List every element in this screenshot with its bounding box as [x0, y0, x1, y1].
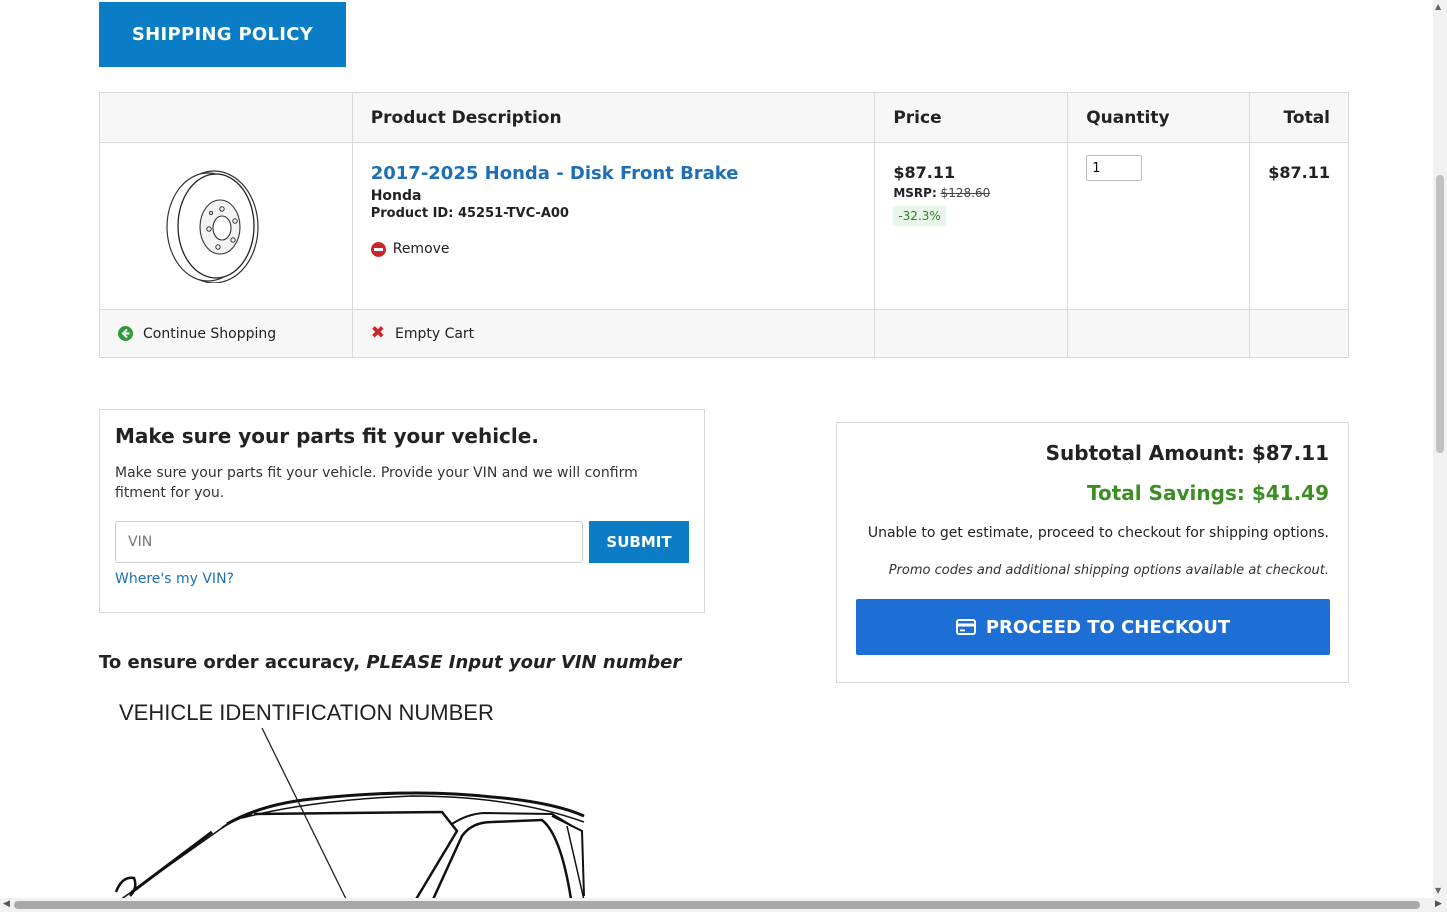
- remove-icon: [370, 241, 386, 257]
- product-quantity-cell: [1067, 142, 1251, 310]
- page: SHIPPING POLICY Product Description Pric…: [0, 0, 1433, 898]
- product-image-cell: [99, 142, 353, 310]
- empty-cart-cell: ✖ Empty Cart: [351, 309, 876, 358]
- msrp-label: MSRP:: [893, 186, 937, 200]
- accuracy-prefix: To ensure order accuracy,: [99, 652, 361, 673]
- product-price-cell: $87.11 MSRP: $128.60 -32.3%: [874, 142, 1069, 310]
- product-total-cell: $87.11: [1249, 142, 1349, 310]
- cart-table: Product Description Price Quantity Total: [99, 92, 1349, 358]
- product-price: $87.11: [893, 163, 956, 182]
- cart-header-row: Product Description Price Quantity Total: [99, 92, 1349, 143]
- scroll-left-arrow-icon[interactable]: ◀: [3, 899, 10, 909]
- scroll-down-arrow-icon[interactable]: ▼: [1435, 886, 1441, 895]
- vertical-scrollbar[interactable]: ▲ ▼: [1433, 0, 1447, 898]
- continue-cell: Continue Shopping: [99, 309, 353, 358]
- header-quantity: Quantity: [1067, 92, 1251, 143]
- remove-item-button[interactable]: Remove: [370, 241, 857, 257]
- arrow-left-circle-icon: [118, 326, 133, 341]
- horizontal-scrollbar[interactable]: ◀ ▶: [0, 898, 1447, 912]
- header-description: Product Description: [351, 92, 876, 143]
- credit-card-icon: [955, 619, 976, 635]
- order-summary: Subtotal Amount: $87.11 Total Savings: $…: [836, 422, 1349, 683]
- where-is-my-vin-link[interactable]: Where's my VIN?: [115, 571, 689, 587]
- vin-accuracy-note: To ensure order accuracy, PLEASE Input y…: [99, 652, 681, 673]
- brake-disc-image[interactable]: [164, 169, 260, 283]
- shipping-policy-button[interactable]: SHIPPING POLICY: [99, 2, 346, 67]
- header-price: Price: [874, 92, 1069, 143]
- vin-location-illustration: VEHICLE IDENTIFICATION NUMBER: [114, 700, 585, 898]
- vin-submit-button[interactable]: SUBMIT: [589, 521, 689, 563]
- close-icon: ✖: [370, 323, 385, 343]
- product-brand: Honda: [370, 188, 422, 204]
- vertical-scroll-thumb[interactable]: [1436, 175, 1444, 453]
- product-id: Product ID: 45251-TVC-A00: [370, 206, 569, 221]
- cart-item-row: 2017-2025 Honda - Disk Front Brake Honda…: [99, 142, 1349, 310]
- total-savings: Total Savings: $41.49: [1087, 481, 1329, 505]
- vin-form: SUBMIT: [115, 521, 689, 563]
- remove-label: Remove: [392, 241, 450, 257]
- subtotal-amount: Subtotal Amount: $87.11: [1045, 441, 1329, 465]
- vin-box-text: Make sure your parts fit your vehicle. P…: [115, 465, 638, 501]
- footer-blank-cell: [874, 309, 1069, 358]
- scroll-right-arrow-icon[interactable]: ▶: [1435, 899, 1442, 909]
- product-description-cell: 2017-2025 Honda - Disk Front Brake Honda…: [351, 142, 876, 310]
- scroll-up-arrow-icon[interactable]: ▲: [1435, 2, 1441, 11]
- promo-note: Promo codes and additional shipping opti…: [888, 563, 1329, 578]
- product-msrp: MSRP: $128.60: [893, 186, 1049, 200]
- footer-blank-cell: [1067, 309, 1251, 358]
- msrp-value: $128.60: [940, 186, 991, 200]
- vin-box-title: Make sure your parts fit your vehicle.: [115, 424, 539, 448]
- checkout-label: PROCEED TO CHECKOUT: [985, 616, 1231, 638]
- product-total: $87.11: [1268, 163, 1330, 182]
- vin-illustration-label: VEHICLE IDENTIFICATION NUMBER: [119, 700, 494, 725]
- empty-cart-label: Empty Cart: [394, 325, 475, 342]
- continue-shopping-button[interactable]: Continue Shopping: [100, 326, 352, 342]
- quantity-input[interactable]: [1086, 155, 1143, 181]
- discount-badge: -32.3%: [893, 206, 946, 226]
- footer-blank-cell: [1249, 309, 1349, 358]
- proceed-to-checkout-button[interactable]: PROCEED TO CHECKOUT: [856, 599, 1330, 655]
- vin-input[interactable]: [115, 521, 583, 563]
- header-image: [99, 92, 353, 143]
- header-total: Total: [1249, 92, 1349, 143]
- empty-cart-button[interactable]: ✖ Empty Cart: [353, 325, 875, 342]
- continue-shopping-label: Continue Shopping: [143, 325, 277, 342]
- accuracy-emphasis: PLEASE Input your VIN number: [366, 652, 682, 673]
- cart-footer-row: Continue Shopping ✖ Empty Cart: [99, 309, 1349, 358]
- horizontal-scroll-thumb[interactable]: [14, 901, 1420, 909]
- shipping-estimate-note: Unable to get estimate, proceed to check…: [867, 525, 1329, 541]
- product-title-link[interactable]: 2017-2025 Honda - Disk Front Brake: [371, 163, 857, 184]
- vin-fitment-box: Make sure your parts fit your vehicle. M…: [99, 409, 705, 613]
